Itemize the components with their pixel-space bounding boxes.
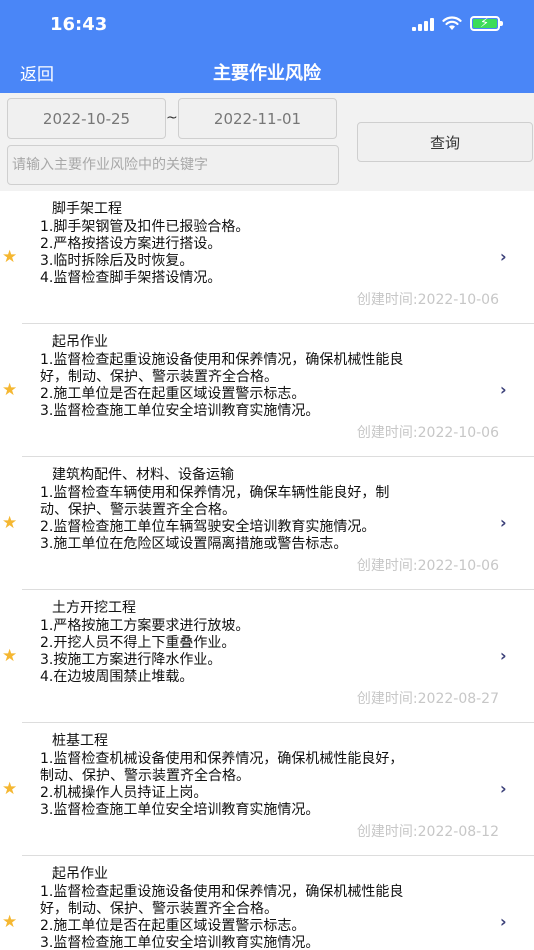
item-line: 4.在边坡周围禁止堆载。: [40, 669, 194, 685]
keyword-search-input[interactable]: [7, 145, 339, 185]
chevron-right-icon: ›: [500, 513, 507, 532]
star-icon: ★: [2, 380, 18, 400]
wifi-icon: [442, 16, 462, 30]
item-line: 3.监督检查施工单位安全培训教育实施情况。: [40, 403, 320, 419]
item-body: 1.监督检查机械设备使用和保养情况，确保机械性能良好， 制动、保护、警示装置齐全…: [40, 751, 510, 819]
item-line: 2.严格按搭设方案进行搭设。: [40, 236, 222, 252]
star-icon: ★: [2, 247, 18, 267]
signal-icon: [412, 17, 434, 31]
item-body: 1.脚手架钢管及扣件已报验合格。 2.严格按搭设方案进行搭设。 3.临时拆除后及…: [40, 219, 510, 287]
status-time: 16:43: [50, 14, 108, 35]
risk-list: ★ 脚手架工程 1.脚手架钢管及扣件已报验合格。 2.严格按搭设方案进行搭设。 …: [0, 191, 534, 950]
list-item[interactable]: ★ 桩基工程 1.监督检查机械设备使用和保养情况，确保机械性能良好， 制动、保护…: [0, 723, 534, 856]
star-icon: ★: [2, 513, 18, 533]
item-line: 2.监督检查施工单位车辆驾驶安全培训教育实施情况。: [40, 519, 376, 535]
star-icon: ★: [2, 646, 18, 666]
item-title: 桩基工程: [52, 733, 108, 749]
list-item[interactable]: ★ 脚手架工程 1.脚手架钢管及扣件已报验合格。 2.严格按搭设方案进行搭设。 …: [0, 191, 534, 324]
item-line: 3.施工单位在危险区域设置隔离措施或警告标志。: [40, 536, 348, 552]
chevron-right-icon: ›: [500, 912, 507, 931]
status-icons: ⚡: [412, 16, 503, 31]
item-created-time: 创建时间:2022-10-06: [356, 425, 499, 441]
chevron-right-icon: ›: [500, 247, 507, 266]
item-line: 好，制动、保护、警示装置齐全合格。: [40, 901, 278, 917]
item-body: 1.监督检查车辆使用和保养情况，确保车辆性能良好，制 动、保护、警示装置齐全合格…: [40, 485, 510, 553]
item-created-time: 创建时间:2022-08-12: [356, 824, 499, 840]
item-line: 2.机械操作人员持证上岗。: [40, 785, 208, 801]
item-body: 1.监督检查起重设施设备使用和保养情况，确保机械性能良 好，制动、保护、警示装置…: [40, 884, 510, 950]
item-line: 1.严格按施工方案要求进行放坡。: [40, 618, 250, 634]
battery-icon: ⚡: [470, 16, 503, 31]
item-line: 好，制动、保护、警示装置齐全合格。: [40, 369, 278, 385]
item-line: 3.监督检查施工单位安全培训教育实施情况。: [40, 802, 320, 818]
item-body: 1.严格按施工方案要求进行放坡。 2.开挖人员不得上下重叠作业。 3.按施工方案…: [40, 618, 510, 686]
item-title: 脚手架工程: [52, 201, 122, 217]
query-button[interactable]: 查询: [357, 122, 533, 162]
item-line: 3.临时拆除后及时恢复。: [40, 253, 194, 269]
item-title: 土方开挖工程: [52, 600, 136, 616]
item-line: 动、保护、警示装置齐全合格。: [40, 502, 236, 518]
star-icon: ★: [2, 779, 18, 799]
item-line: 2.施工单位是否在起重区域设置警示标志。: [40, 386, 306, 402]
item-title: 建筑构配件、材料、设备运输: [52, 467, 234, 483]
item-title: 起吊作业: [52, 334, 108, 350]
list-item[interactable]: ★ 起吊作业 1.监督检查起重设施设备使用和保养情况，确保机械性能良 好，制动、…: [0, 324, 534, 457]
item-line: 1.监督检查机械设备使用和保养情况，确保机械性能良好，: [40, 751, 404, 767]
nav-header: 16:43 ⚡ 返回 主要作业风险: [0, 0, 534, 93]
item-created-time: 创建时间:2022-08-27: [356, 691, 499, 707]
chevron-right-icon: ›: [500, 380, 507, 399]
item-line: 3.监督检查施工单位安全培训教育实施情况。: [40, 935, 320, 950]
list-item[interactable]: ★ 起吊作业 1.监督检查起重设施设备使用和保养情况，确保机械性能良 好，制动、…: [0, 856, 534, 950]
item-line: 3.按施工方案进行降水作业。: [40, 652, 222, 668]
item-line: 2.施工单位是否在起重区域设置警示标志。: [40, 918, 306, 934]
list-item[interactable]: ★ 建筑构配件、材料、设备运输 1.监督检查车辆使用和保养情况，确保车辆性能良好…: [0, 457, 534, 590]
item-line: 1.脚手架钢管及扣件已报验合格。: [40, 219, 250, 235]
item-created-time: 创建时间:2022-10-06: [356, 558, 499, 574]
item-line: 1.监督检查起重设施设备使用和保养情况，确保机械性能良: [40, 352, 404, 368]
item-line: 1.监督检查车辆使用和保养情况，确保车辆性能良好，制: [40, 485, 390, 501]
start-date-field[interactable]: 2022-10-25: [7, 98, 166, 139]
item-line: 4.监督检查脚手架搭设情况。: [40, 270, 222, 286]
end-date-field[interactable]: 2022-11-01: [178, 98, 337, 139]
page-title: 主要作业风险: [213, 63, 321, 84]
chevron-right-icon: ›: [500, 779, 507, 798]
star-icon: ★: [2, 912, 18, 932]
item-title: 起吊作业: [52, 866, 108, 882]
chevron-right-icon: ›: [500, 646, 507, 665]
item-line: 制动、保护、警示装置齐全合格。: [40, 768, 250, 784]
item-body: 1.监督检查起重设施设备使用和保养情况，确保机械性能良 好，制动、保护、警示装置…: [40, 352, 510, 420]
date-separator: ~: [166, 110, 178, 126]
item-line: 1.监督检查起重设施设备使用和保养情况，确保机械性能良: [40, 884, 404, 900]
filter-panel: 2022-10-25 ~ 2022-11-01 查询: [0, 93, 534, 191]
item-created-time: 创建时间:2022-10-06: [356, 292, 499, 308]
list-item[interactable]: ★ 土方开挖工程 1.严格按施工方案要求进行放坡。 2.开挖人员不得上下重叠作业…: [0, 590, 534, 723]
item-line: 2.开挖人员不得上下重叠作业。: [40, 635, 236, 651]
